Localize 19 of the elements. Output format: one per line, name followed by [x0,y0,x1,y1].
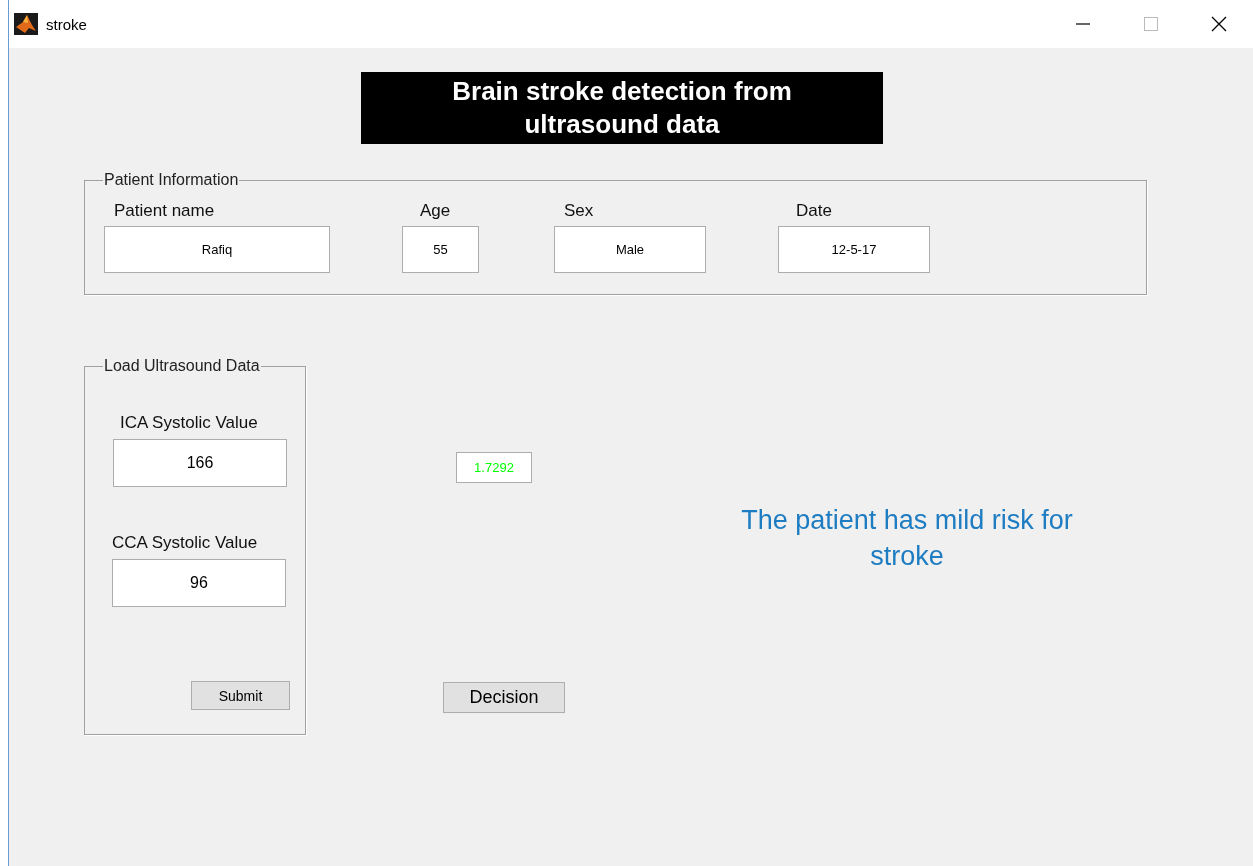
close-icon[interactable] [1211,16,1227,32]
submit-button[interactable]: Submit [191,681,290,710]
input-field[interactable]: 166 [113,439,287,487]
app-logo-icon [14,13,38,35]
result-message: The patient has mild risk for stroke [740,504,1074,573]
field-label: Date [796,201,833,222]
field-label: Age [420,201,452,222]
input-field[interactable]: Rafiq [104,226,330,273]
window-title: stroke [46,15,88,33]
title-banner: Brain stroke detection from ultrasound data [361,72,883,144]
input-field[interactable]: Male [554,226,706,273]
field-label: Patient name [114,201,216,222]
input-field[interactable]: 12-5-17 [778,226,930,273]
decision-button[interactable]: Decision [443,682,565,713]
field-label: Sex [564,201,595,222]
field-label: ICA Systolic Value [120,413,259,434]
input-field[interactable]: 55 [402,226,479,273]
input-field[interactable]: 96 [112,559,286,607]
field-label: CCA Systolic Value [112,533,259,554]
